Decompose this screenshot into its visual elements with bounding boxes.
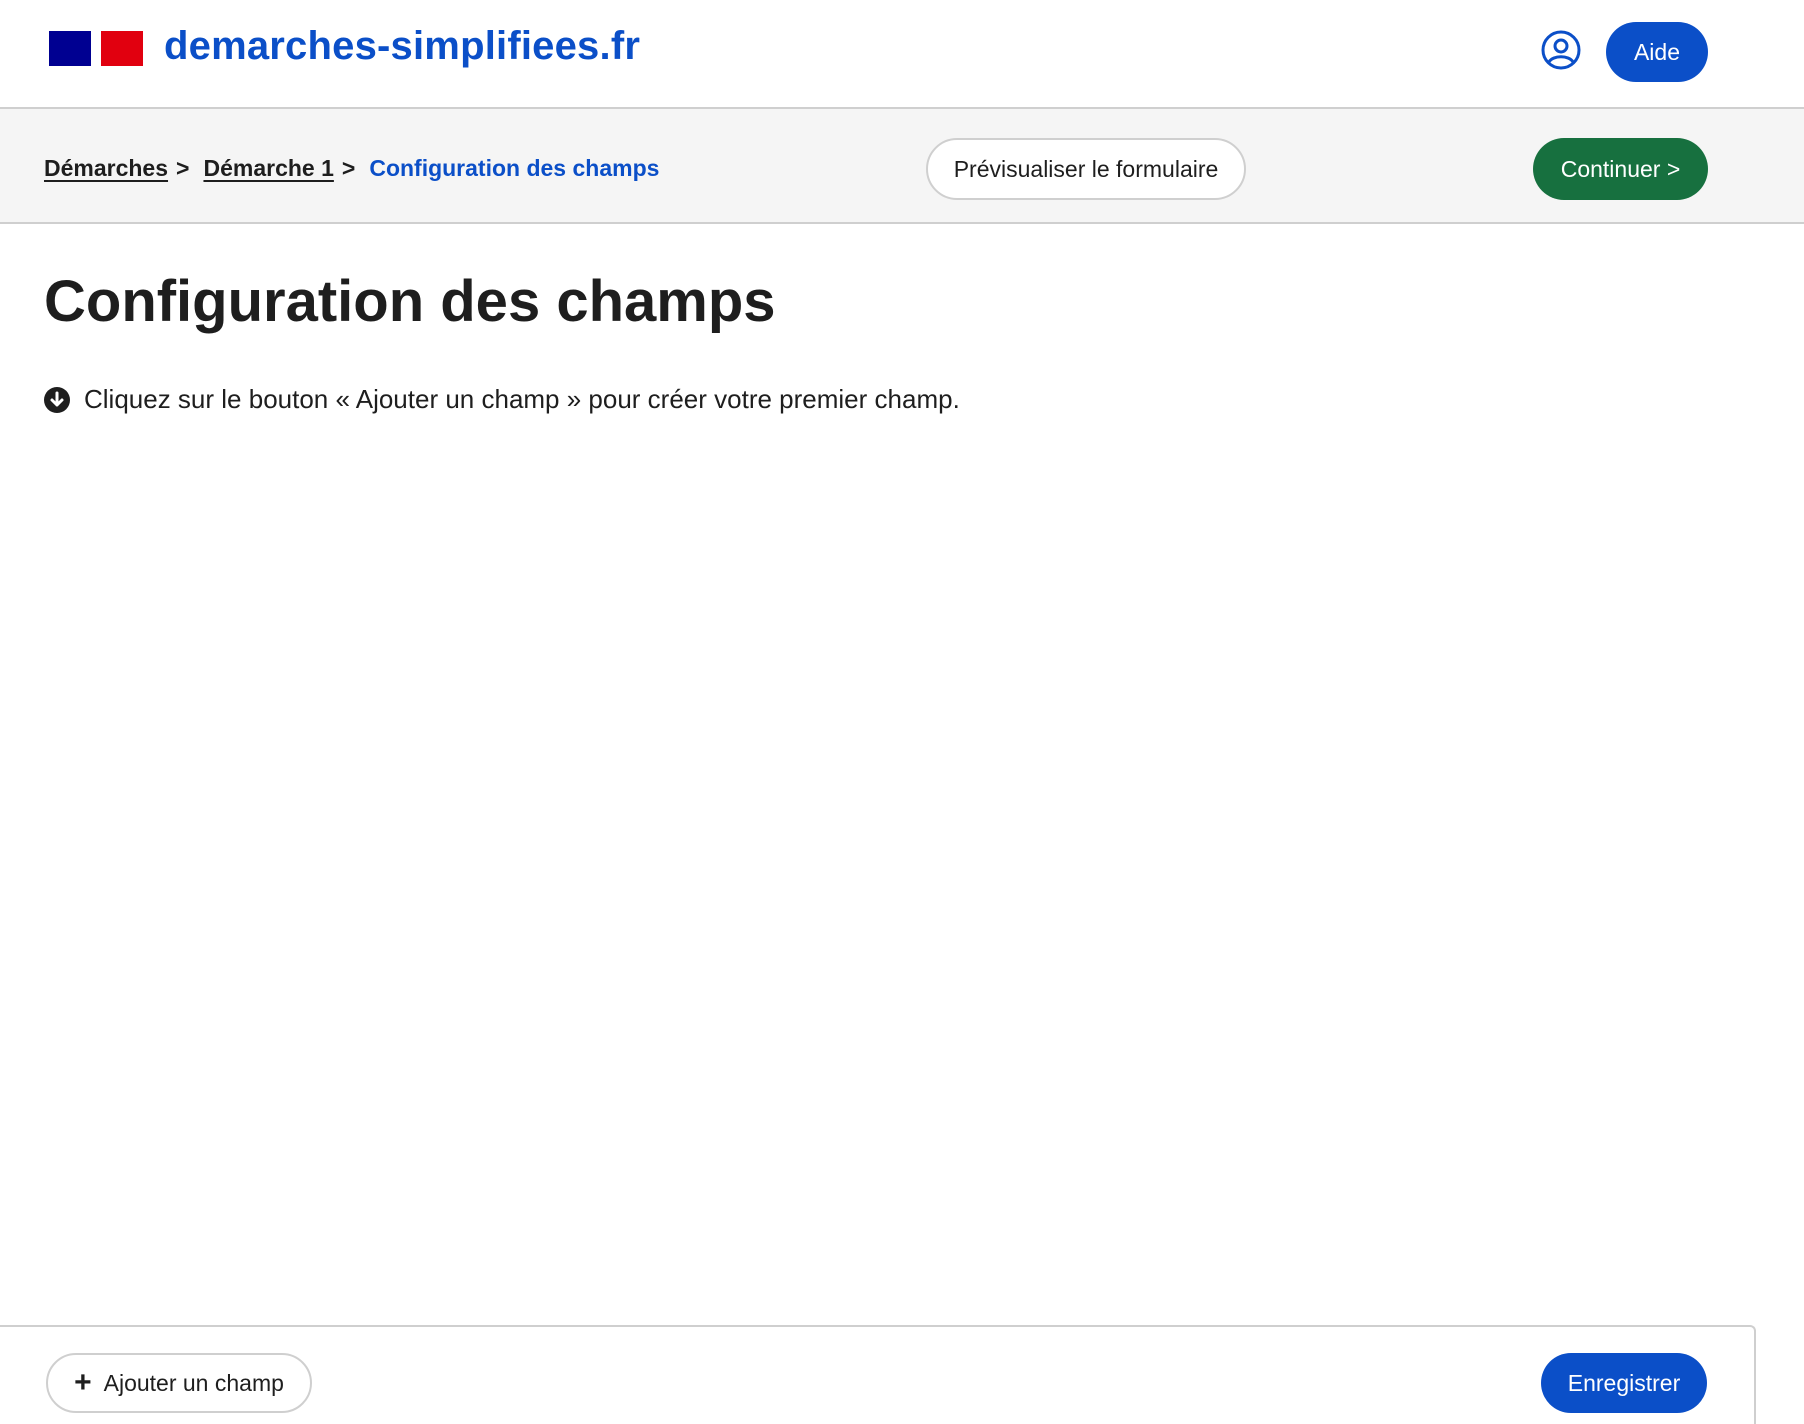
site-name-link[interactable]: demarches-simplifiees.fr <box>164 24 640 69</box>
preview-form-button[interactable]: Prévisualiser le formulaire <box>926 138 1246 200</box>
arrow-down-circle-icon <box>44 386 70 413</box>
help-button[interactable]: Aide <box>1606 22 1708 82</box>
breadcrumb-current: Configuration des champs <box>369 155 660 181</box>
add-field-button[interactable]: + Ajouter un champ <box>46 1353 312 1413</box>
breadcrumb: Démarches > Démarche 1 > Configuration d… <box>44 155 659 182</box>
marianne-logo-icon[interactable] <box>49 31 143 66</box>
site-header: demarches-simplifiees.fr Aide <box>0 0 1804 109</box>
empty-state-hint: Cliquez sur le bouton « Ajouter un champ… <box>44 384 960 415</box>
hint-text: Cliquez sur le bouton « Ajouter un champ… <box>84 384 960 414</box>
breadcrumb-item-demarches[interactable]: Démarches <box>44 155 168 182</box>
breadcrumb-separator: > <box>341 155 356 181</box>
page-title: Configuration des champs <box>44 269 776 334</box>
bottom-action-bar: + Ajouter un champ Enregistrer <box>0 1325 1756 1424</box>
user-circle-icon[interactable] <box>1540 29 1582 71</box>
breadcrumb-separator: > <box>176 155 190 181</box>
plus-icon: + <box>74 1366 92 1399</box>
breadcrumb-item-demarche-1[interactable]: Démarche 1 <box>203 155 333 182</box>
add-field-label: Ajouter un champ <box>103 1369 284 1396</box>
flag-blue-band <box>49 31 91 66</box>
flag-white-band <box>91 31 101 66</box>
flag-red-band <box>101 31 143 66</box>
continue-button[interactable]: Continuer > <box>1533 138 1708 200</box>
save-button[interactable]: Enregistrer <box>1541 1353 1707 1413</box>
breadcrumb-bar: Démarches > Démarche 1 > Configuration d… <box>0 109 1804 224</box>
